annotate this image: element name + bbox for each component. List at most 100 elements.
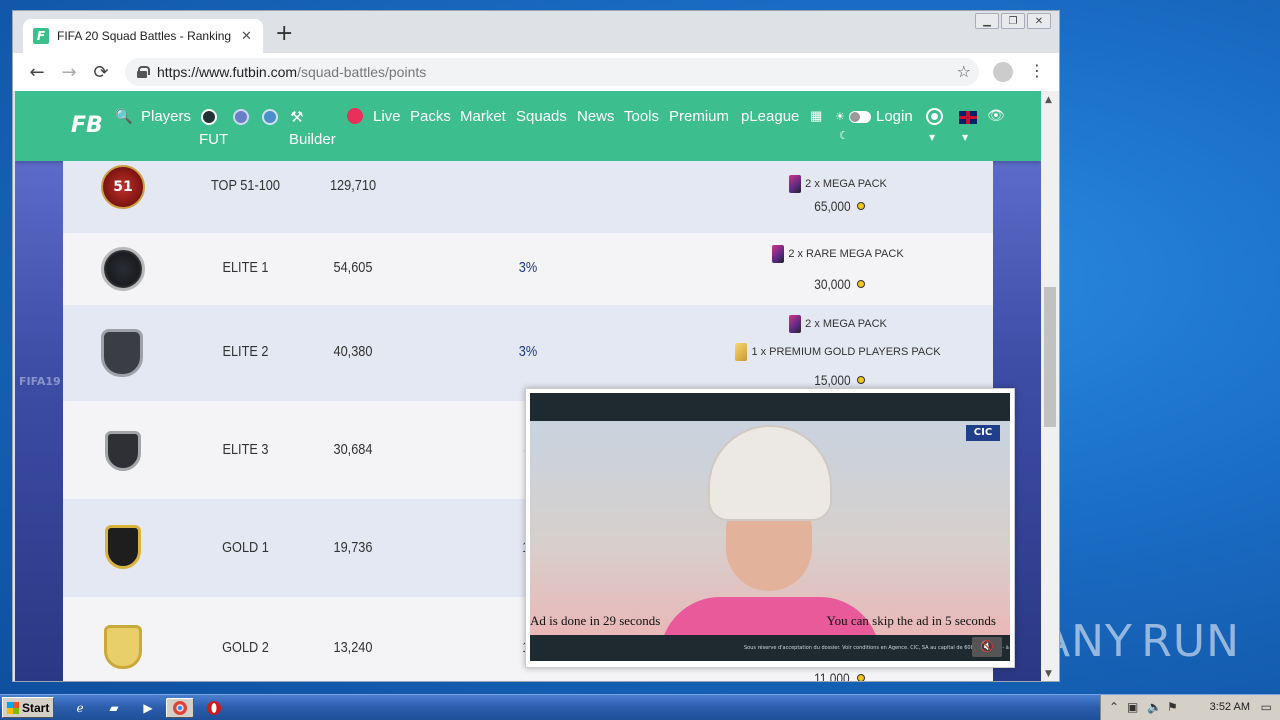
windows-logo-icon bbox=[7, 701, 19, 714]
explorer-folder-icon[interactable]: ▰ bbox=[100, 698, 128, 718]
taskbar: Start ℯ ▰ ▶ ⌃ ▣ 🔈 ⚑ 3:52 AM ▭ bbox=[0, 694, 1280, 720]
chevron-down-icon[interactable]: ▼ bbox=[929, 133, 935, 142]
video-ad-overlay: CIC Ad is done in 29 seconds You can ski… bbox=[525, 388, 1015, 668]
url-text: https://www.futbin.com/squad-battles/poi… bbox=[157, 64, 426, 80]
fifa19-watermark: FIFA19 bbox=[19, 375, 61, 388]
forward-button[interactable]: → bbox=[53, 62, 85, 83]
sun-icon: ☀ bbox=[835, 111, 845, 123]
moon-icon: ☾ bbox=[839, 130, 849, 142]
nav-builder[interactable]: Builder bbox=[289, 131, 336, 148]
coins-value: 15,000 bbox=[813, 372, 851, 388]
rank-label: ELITE 2 bbox=[222, 343, 269, 360]
nav-tools[interactable]: Tools bbox=[624, 108, 659, 125]
search-icon[interactable]: 🔍 bbox=[115, 108, 132, 125]
coins-value: 11,000 bbox=[814, 670, 850, 681]
address-bar[interactable]: https://www.futbin.com/squad-battles/poi… bbox=[125, 58, 979, 86]
coin-icon bbox=[857, 280, 866, 288]
nav-live[interactable]: Live bbox=[373, 108, 401, 125]
reward-item: 1 x PREMIUM GOLD PLAYERS PACK bbox=[751, 346, 941, 358]
rank-label: TOP 51-100 bbox=[210, 177, 280, 194]
maximize-button[interactable]: ❐ bbox=[1001, 13, 1025, 29]
rank-badge-icon bbox=[104, 625, 142, 669]
rank-badge-icon: 51 bbox=[101, 165, 145, 209]
ad-legal-footer: Sous réserve d'acceptation du dossier. V… bbox=[530, 635, 1010, 661]
browser-toolbar: ← → ⟳ https://www.futbin.com/squad-battl… bbox=[13, 53, 1059, 91]
rank-badge-icon bbox=[105, 525, 141, 569]
ad-skip-text: You can skip the ad in 5 seconds bbox=[826, 613, 996, 628]
percent-value: 3% bbox=[518, 343, 538, 360]
url-path: /squad-battles/points bbox=[297, 64, 427, 80]
nav-squads[interactable]: Squads bbox=[516, 108, 567, 125]
globe-icon[interactable] bbox=[262, 109, 278, 125]
window-controls: ▁ ❐ ✕ bbox=[975, 13, 1051, 29]
rare-mega-pack-icon bbox=[772, 245, 785, 263]
reward-list: 2 x MEGA PACK 1 x PREMIUM GOLD PLAYERS P… bbox=[713, 313, 963, 391]
clock[interactable]: 3:52 AM bbox=[1210, 701, 1250, 713]
rank-label: ELITE 1 bbox=[222, 259, 269, 276]
back-button[interactable]: ← bbox=[21, 62, 53, 83]
reward-item: 2 x RARE MEGA PACK bbox=[788, 248, 904, 260]
tab-strip: F FIFA 20 Squad Battles - Ranking - M ✕ … bbox=[13, 11, 1059, 53]
nav-news[interactable]: News bbox=[577, 108, 615, 125]
fifa-icon[interactable] bbox=[347, 108, 363, 124]
rank-label: GOLD 1 bbox=[222, 539, 269, 556]
browser-menu-icon[interactable]: ⋮ bbox=[1029, 61, 1045, 80]
uk-flag-icon[interactable] bbox=[959, 111, 977, 124]
show-desktop-icon[interactable]: ▭ bbox=[1261, 700, 1272, 714]
futbin-logo[interactable]: FB bbox=[71, 113, 103, 138]
start-button[interactable]: Start bbox=[2, 697, 54, 718]
points-value: 129,710 bbox=[329, 177, 377, 194]
nav-players[interactable]: Players bbox=[141, 108, 191, 125]
ad-video[interactable]: CIC bbox=[530, 421, 1010, 635]
fut-shield-icon[interactable] bbox=[201, 109, 217, 125]
location-icon[interactable] bbox=[928, 110, 941, 123]
nav-market[interactable]: Market bbox=[460, 108, 506, 125]
scroll-thumb[interactable] bbox=[1044, 287, 1056, 427]
bookmark-star-icon[interactable]: ☆ bbox=[957, 62, 971, 81]
hammer-icon[interactable]: ⚒ bbox=[290, 108, 303, 126]
tab-futbin[interactable]: F FIFA 20 Squad Battles - Ranking - M ✕ bbox=[23, 19, 263, 53]
table-row: 51 TOP 51-100 129,710 2 x MEGA PACK 65,0… bbox=[63, 161, 993, 233]
table-row: ELITE 1 54,605 3% 2 x RARE MEGA PACK 30,… bbox=[63, 233, 993, 305]
rank-badge-icon bbox=[101, 247, 145, 291]
opera-icon[interactable] bbox=[200, 698, 228, 718]
calculator-icon[interactable]: ▦ bbox=[810, 108, 822, 124]
mute-icon[interactable]: 🔇 bbox=[972, 637, 1002, 657]
nav-premium[interactable]: Premium bbox=[669, 108, 729, 125]
scroll-up-icon[interactable]: ▲ bbox=[1045, 95, 1052, 105]
watermark-text-right: RUN bbox=[1141, 615, 1240, 667]
chrome-icon[interactable] bbox=[166, 698, 194, 718]
anyrun-watermark: ANY RUN bbox=[1040, 606, 1240, 676]
chevron-down-icon[interactable]: ▼ bbox=[962, 133, 968, 142]
reward-item: 2 x MEGA PACK bbox=[805, 318, 887, 330]
profile-avatar-icon[interactable] bbox=[993, 62, 1013, 82]
new-tab-button[interactable]: + bbox=[275, 23, 293, 45]
nav-packs[interactable]: Packs bbox=[410, 108, 451, 125]
dark-mode-toggle[interactable] bbox=[849, 111, 871, 123]
nav-login[interactable]: Login bbox=[876, 108, 913, 125]
volume-icon[interactable]: 🔈 bbox=[1147, 700, 1162, 714]
minimize-button[interactable]: ▁ bbox=[975, 13, 999, 29]
tray-expand-icon[interactable]: ⌃ bbox=[1109, 700, 1119, 714]
network-icon[interactable]: ▣ bbox=[1127, 700, 1138, 714]
points-value: 19,736 bbox=[333, 539, 373, 556]
ad-brand-logo: CIC bbox=[966, 425, 1000, 441]
flag-icon[interactable]: ⚑ bbox=[1167, 700, 1178, 714]
rank-badge-icon bbox=[105, 431, 141, 471]
close-window-button[interactable]: ✕ bbox=[1027, 13, 1051, 29]
ad-top-bar bbox=[530, 393, 1010, 421]
table-row: ELITE 2 40,380 3% 2 x MEGA PACK 1 x PREM… bbox=[63, 305, 993, 401]
reload-button[interactable]: ⟳ bbox=[85, 62, 117, 83]
tab-close-icon[interactable]: ✕ bbox=[241, 29, 252, 44]
page-scrollbar[interactable]: ▲ ▼ bbox=[1041, 91, 1059, 681]
ie-icon[interactable]: ℯ bbox=[66, 698, 94, 718]
globe-icon[interactable] bbox=[233, 109, 249, 125]
percent-value: 3% bbox=[518, 259, 538, 276]
media-player-icon[interactable]: ▶ bbox=[134, 698, 162, 718]
eye-icon[interactable]: 👁 bbox=[987, 107, 1005, 124]
points-value: 30,684 bbox=[333, 441, 373, 458]
nav-fut[interactable]: FUT bbox=[199, 131, 228, 148]
coin-icon bbox=[857, 376, 866, 384]
nav-pleague[interactable]: pLeague bbox=[741, 108, 799, 125]
scroll-down-icon[interactable]: ▼ bbox=[1045, 669, 1052, 679]
